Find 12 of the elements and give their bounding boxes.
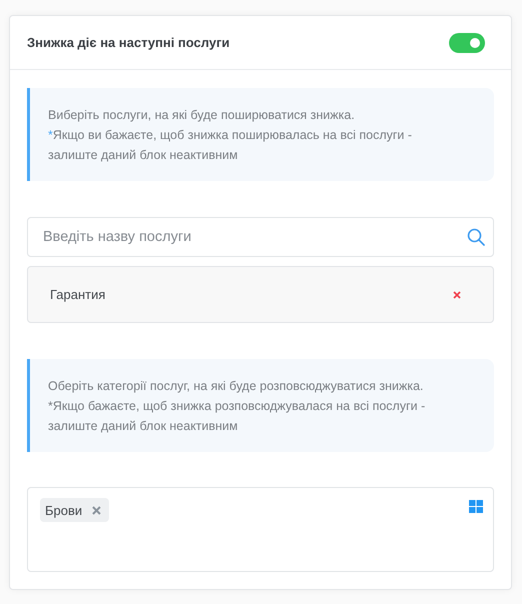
remove-icon[interactable]: [453, 290, 461, 298]
search-icon[interactable]: [467, 228, 485, 246]
tag-label: Брови: [45, 502, 82, 518]
toggle-switch[interactable]: [449, 32, 485, 52]
service-name: Гарантия: [50, 287, 106, 302]
panel-title: Знижка діє на наступні послуги: [27, 35, 230, 50]
info-text: Оберіть категорії послуг, на які буде розповсюджуватися знижка. *Якщо бажаєте, щоб знижка розповсюджувалася на всі послуги - залиште даний блок неактивним: [48, 378, 426, 434]
grid-icon[interactable]: [469, 500, 483, 513]
info-text: Виберіть послуги, на які буде поширюватися знижка. *Якщо ви бажаєте, щоб знижка поширювалась на всі послуги - залиште даний блок неактивним: [48, 106, 413, 164]
remove-tag-icon[interactable]: [92, 506, 102, 514]
search-field[interactable]: Введіть назву послуги: [27, 217, 494, 257]
category-select[interactable]: Брови: [27, 487, 494, 572]
